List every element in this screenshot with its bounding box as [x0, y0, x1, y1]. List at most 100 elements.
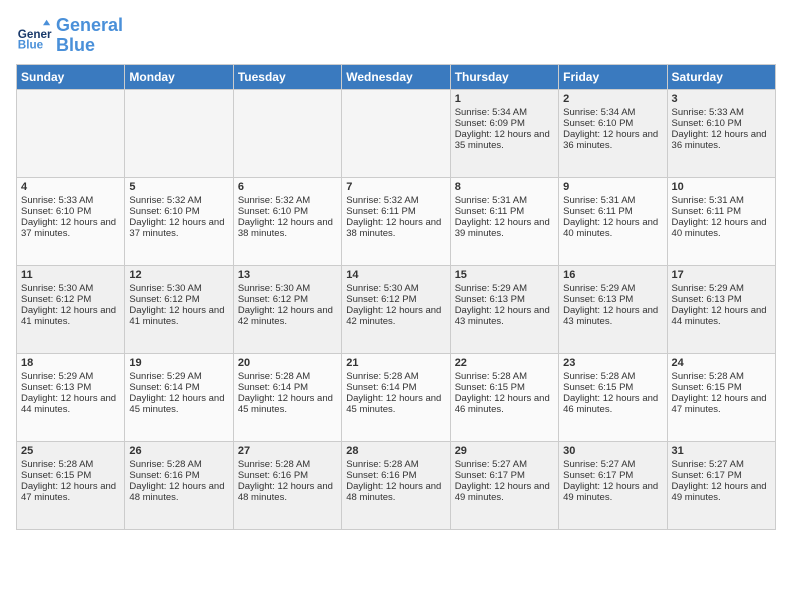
day-number: 28	[346, 445, 445, 457]
week-row-4: 18 Sunrise: 5:29 AMSunset: 6:13 PMDayligh…	[17, 353, 776, 441]
calendar-cell: 10 Sunrise: 5:31 AMSunset: 6:11 PMDayligh…	[667, 177, 775, 265]
calendar-cell: 14 Sunrise: 5:30 AMSunset: 6:12 PMDayligh…	[342, 265, 450, 353]
day-number: 30	[563, 445, 662, 457]
logo-text-line1: General	[56, 16, 123, 36]
day-number: 20	[238, 357, 337, 369]
day-number: 29	[455, 445, 554, 457]
calendar-cell: 28 Sunrise: 5:28 AMSunset: 6:16 PMDayligh…	[342, 441, 450, 529]
calendar-cell	[342, 89, 450, 177]
column-header-monday: Monday	[125, 64, 233, 89]
week-row-2: 4 Sunrise: 5:33 AMSunset: 6:10 PMDaylight…	[17, 177, 776, 265]
calendar-cell: 19 Sunrise: 5:29 AMSunset: 6:14 PMDayligh…	[125, 353, 233, 441]
day-info: Sunrise: 5:28 AMSunset: 6:16 PMDaylight:…	[238, 459, 333, 503]
day-number: 24	[672, 357, 771, 369]
day-number: 12	[129, 269, 228, 281]
day-info: Sunrise: 5:28 AMSunset: 6:16 PMDaylight:…	[346, 459, 441, 503]
calendar-header-row: SundayMondayTuesdayWednesdayThursdayFrid…	[17, 64, 776, 89]
day-number: 10	[672, 181, 771, 193]
calendar-cell: 4 Sunrise: 5:33 AMSunset: 6:10 PMDaylight…	[17, 177, 125, 265]
day-number: 7	[346, 181, 445, 193]
day-number: 14	[346, 269, 445, 281]
day-info: Sunrise: 5:31 AMSunset: 6:11 PMDaylight:…	[455, 195, 550, 239]
day-number: 3	[672, 93, 771, 105]
day-info: Sunrise: 5:29 AMSunset: 6:13 PMDaylight:…	[21, 371, 116, 415]
calendar-cell: 12Sunrise: 5:30 AMSunset: 6:12 PMDayligh…	[125, 265, 233, 353]
calendar-cell: 3 Sunrise: 5:33 AMSunset: 6:10 PMDaylight…	[667, 89, 775, 177]
day-number: 17	[672, 269, 771, 281]
column-header-sunday: Sunday	[17, 64, 125, 89]
day-number: 21	[346, 357, 445, 369]
calendar-cell: 17 Sunrise: 5:29 AMSunset: 6:13 PMDayligh…	[667, 265, 775, 353]
day-number: 27	[238, 445, 337, 457]
week-row-1: 1 Sunrise: 5:34 AMSunset: 6:09 PMDaylight…	[17, 89, 776, 177]
calendar-cell: 25Sunrise: 5:28 AMSunset: 6:15 PMDayligh…	[17, 441, 125, 529]
day-info: Sunrise: 5:28 AMSunset: 6:15 PMDaylight:…	[21, 459, 116, 503]
day-number: 2	[563, 93, 662, 105]
day-number: 13	[238, 269, 337, 281]
calendar-cell: 26 Sunrise: 5:28 AMSunset: 6:16 PMDayligh…	[125, 441, 233, 529]
week-row-5: 25Sunrise: 5:28 AMSunset: 6:15 PMDayligh…	[17, 441, 776, 529]
day-number: 1	[455, 93, 554, 105]
column-header-thursday: Thursday	[450, 64, 558, 89]
day-info: Sunrise: 5:29 AMSunset: 6:13 PMDaylight:…	[672, 283, 767, 327]
day-number: 26	[129, 445, 228, 457]
logo-text-line2: Blue	[56, 36, 123, 56]
calendar-cell: 27 Sunrise: 5:28 AMSunset: 6:16 PMDayligh…	[233, 441, 341, 529]
day-info: Sunrise: 5:28 AMSunset: 6:16 PMDaylight:…	[129, 459, 224, 503]
day-number: 9	[563, 181, 662, 193]
day-info: Sunrise: 5:28 AMSunset: 6:15 PMDaylight:…	[455, 371, 550, 415]
svg-text:Blue: Blue	[18, 38, 44, 51]
day-info: Sunrise: 5:30 AMSunset: 6:12 PMDaylight:…	[346, 283, 441, 327]
day-info: Sunrise: 5:30 AMSunset: 6:12 PMDaylight:…	[21, 283, 116, 327]
calendar-cell	[17, 89, 125, 177]
calendar-cell: 20 Sunrise: 5:28 AMSunset: 6:14 PMDayligh…	[233, 353, 341, 441]
day-info: Sunrise: 5:29 AMSunset: 6:14 PMDaylight:…	[129, 371, 224, 415]
day-info: Sunrise: 5:27 AMSunset: 6:17 PMDaylight:…	[672, 459, 767, 503]
day-info: Sunrise: 5:31 AMSunset: 6:11 PMDaylight:…	[672, 195, 767, 239]
day-number: 18	[21, 357, 120, 369]
calendar-cell: 24 Sunrise: 5:28 AMSunset: 6:15 PMDayligh…	[667, 353, 775, 441]
day-number: 19	[129, 357, 228, 369]
calendar-cell: 22 Sunrise: 5:28 AMSunset: 6:15 PMDayligh…	[450, 353, 558, 441]
day-number: 16	[563, 269, 662, 281]
day-info: Sunrise: 5:29 AMSunset: 6:13 PMDaylight:…	[563, 283, 658, 327]
column-header-wednesday: Wednesday	[342, 64, 450, 89]
day-info: Sunrise: 5:33 AMSunset: 6:10 PMDaylight:…	[21, 195, 116, 239]
calendar-cell: 21 Sunrise: 5:28 AMSunset: 6:14 PMDayligh…	[342, 353, 450, 441]
calendar-cell: 23 Sunrise: 5:28 AMSunset: 6:15 PMDayligh…	[559, 353, 667, 441]
logo-icon: General Blue	[16, 18, 52, 54]
calendar-cell	[125, 89, 233, 177]
day-info: Sunrise: 5:28 AMSunset: 6:15 PMDaylight:…	[672, 371, 767, 415]
calendar-cell	[233, 89, 341, 177]
calendar-cell: 7Sunrise: 5:32 AMSunset: 6:11 PMDaylight…	[342, 177, 450, 265]
day-info: Sunrise: 5:27 AMSunset: 6:17 PMDaylight:…	[455, 459, 550, 503]
day-info: Sunrise: 5:30 AMSunset: 6:12 PMDaylight:…	[238, 283, 333, 327]
calendar-cell: 8Sunrise: 5:31 AMSunset: 6:11 PMDaylight…	[450, 177, 558, 265]
column-header-tuesday: Tuesday	[233, 64, 341, 89]
day-info: Sunrise: 5:28 AMSunset: 6:14 PMDaylight:…	[346, 371, 441, 415]
day-number: 4	[21, 181, 120, 193]
day-number: 31	[672, 445, 771, 457]
calendar-cell: 18 Sunrise: 5:29 AMSunset: 6:13 PMDayligh…	[17, 353, 125, 441]
day-number: 23	[563, 357, 662, 369]
logo: General Blue General Blue	[16, 16, 123, 56]
calendar-cell: 2 Sunrise: 5:34 AMSunset: 6:10 PMDaylight…	[559, 89, 667, 177]
calendar-cell: 1 Sunrise: 5:34 AMSunset: 6:09 PMDaylight…	[450, 89, 558, 177]
day-info: Sunrise: 5:28 AMSunset: 6:15 PMDaylight:…	[563, 371, 658, 415]
day-info: Sunrise: 5:29 AMSunset: 6:13 PMDaylight:…	[455, 283, 550, 327]
column-header-friday: Friday	[559, 64, 667, 89]
calendar-cell: 31 Sunrise: 5:27 AMSunset: 6:17 PMDayligh…	[667, 441, 775, 529]
calendar-cell: 13 Sunrise: 5:30 AMSunset: 6:12 PMDayligh…	[233, 265, 341, 353]
week-row-3: 11Sunrise: 5:30 AMSunset: 6:12 PMDayligh…	[17, 265, 776, 353]
day-info: Sunrise: 5:33 AMSunset: 6:10 PMDaylight:…	[672, 107, 767, 151]
column-header-saturday: Saturday	[667, 64, 775, 89]
calendar-cell: 9Sunrise: 5:31 AMSunset: 6:11 PMDaylight…	[559, 177, 667, 265]
day-info: Sunrise: 5:28 AMSunset: 6:14 PMDaylight:…	[238, 371, 333, 415]
calendar-cell: 6Sunrise: 5:32 AMSunset: 6:10 PMDaylight…	[233, 177, 341, 265]
day-info: Sunrise: 5:34 AMSunset: 6:09 PMDaylight:…	[455, 107, 550, 151]
calendar-cell: 30Sunrise: 5:27 AMSunset: 6:17 PMDayligh…	[559, 441, 667, 529]
calendar-cell: 16 Sunrise: 5:29 AMSunset: 6:13 PMDayligh…	[559, 265, 667, 353]
day-info: Sunrise: 5:34 AMSunset: 6:10 PMDaylight:…	[563, 107, 658, 151]
day-number: 5	[129, 181, 228, 193]
day-number: 22	[455, 357, 554, 369]
